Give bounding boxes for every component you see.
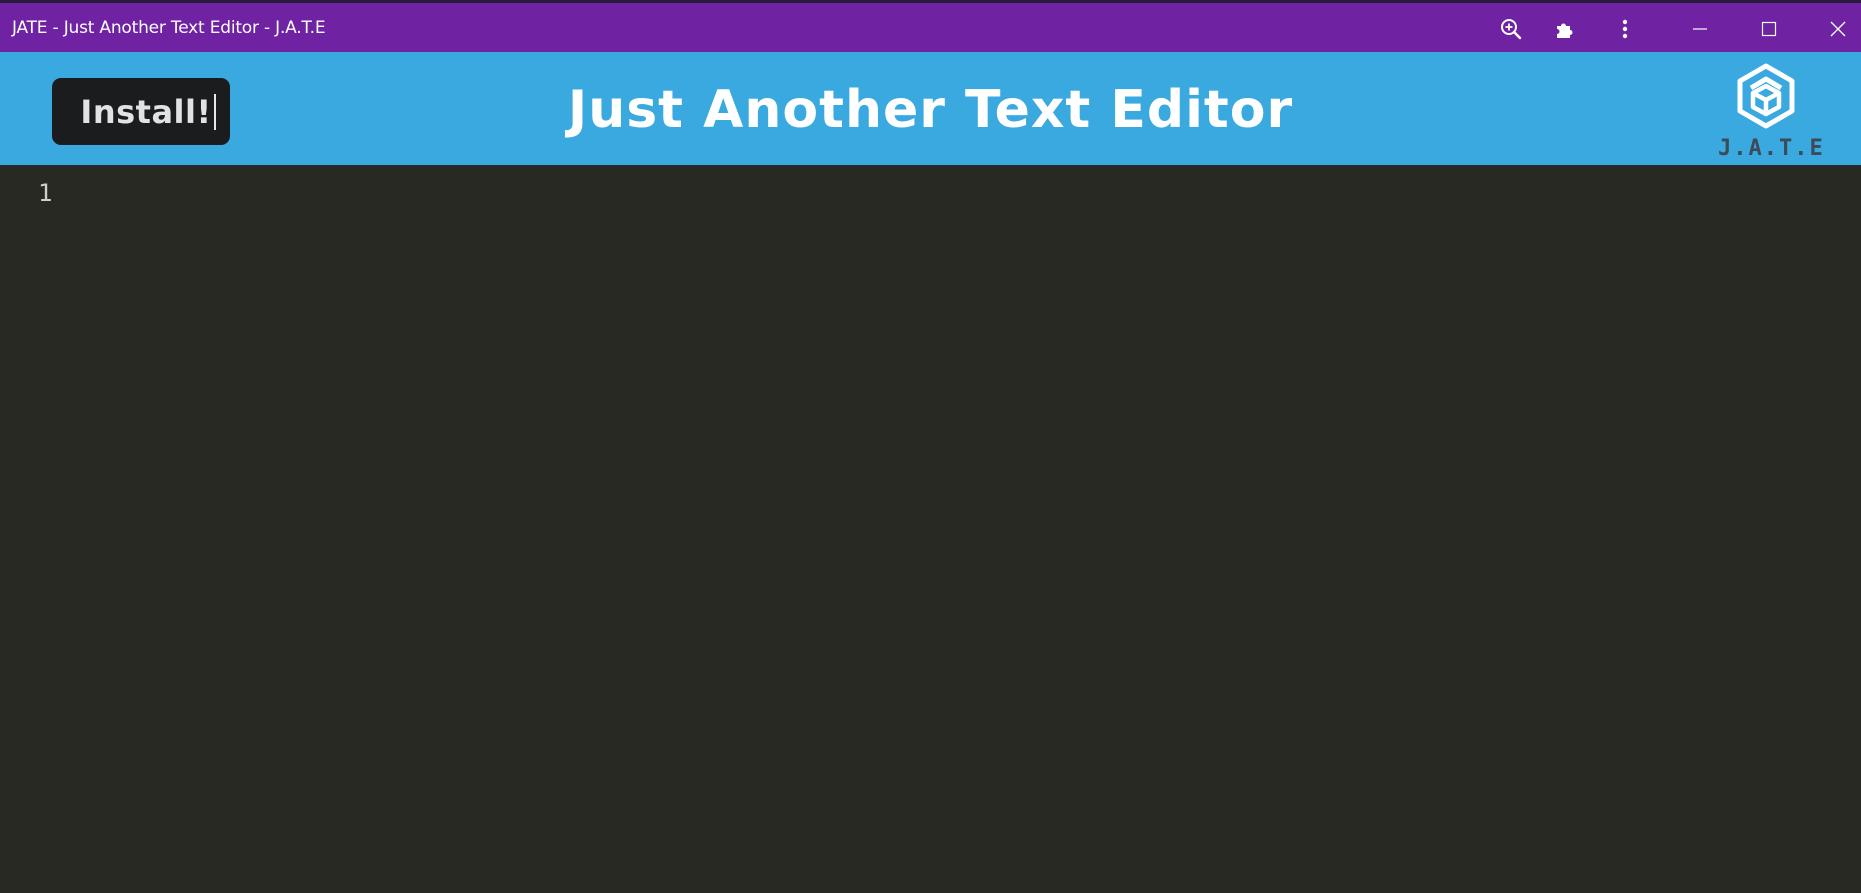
window-titlebar: JATE - Just Another Text Editor - J.A.T.… — [0, 0, 1861, 52]
app-header: Install! Just Another Text Editor J.A.T.… — [0, 52, 1861, 165]
more-vert-icon — [1622, 18, 1628, 40]
maximize-icon — [1761, 21, 1777, 37]
minimize-button[interactable] — [1680, 11, 1720, 47]
close-icon — [1830, 21, 1846, 37]
line-number: 1 — [38, 179, 53, 207]
minimize-icon — [1692, 21, 1708, 37]
zoom-button[interactable] — [1491, 11, 1531, 47]
close-button[interactable] — [1818, 11, 1858, 47]
zoom-in-icon — [1500, 18, 1522, 40]
logo-text: J.A.T.E — [1718, 136, 1825, 161]
browser-menu-button[interactable] — [1605, 11, 1645, 47]
code-editor[interactable]: 1 — [0, 165, 1861, 893]
page-title: Just Another Text Editor — [567, 80, 1294, 140]
maximize-button[interactable] — [1749, 11, 1789, 47]
extensions-button[interactable] — [1545, 11, 1585, 47]
puzzle-icon — [1554, 18, 1576, 40]
app-logo: J.A.T.E — [1718, 62, 1825, 162]
window-title: JATE - Just Another Text Editor - J.A.T.… — [12, 18, 326, 38]
